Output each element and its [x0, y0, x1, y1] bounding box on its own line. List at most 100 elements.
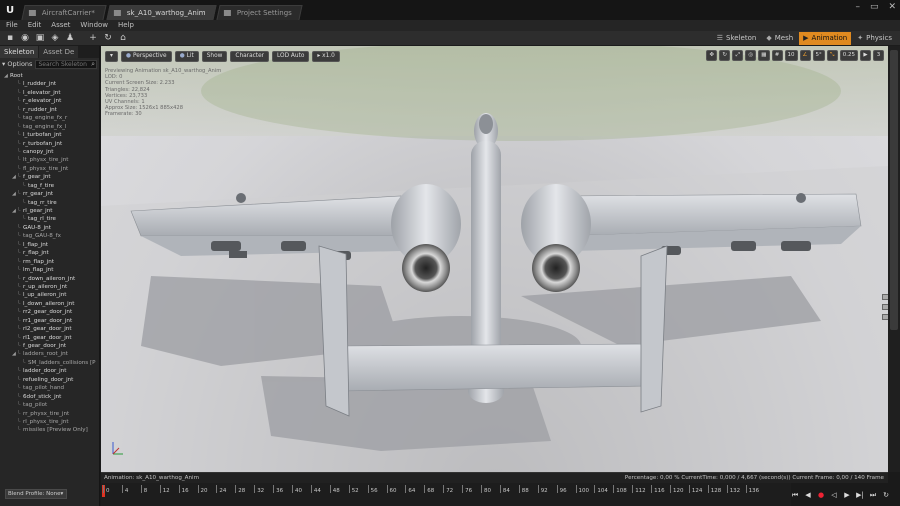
mode-mesh-button[interactable]: ◆ Mesh — [762, 32, 798, 45]
expand-arrow-icon[interactable]: ◢ — [12, 173, 16, 181]
skeleton-tree-item[interactable]: └ tag_rl_tire — [0, 215, 99, 223]
play-icon[interactable]: ▶ — [842, 490, 852, 500]
scale-icon[interactable]: ⤢ — [732, 50, 744, 61]
skeleton-tree-item[interactable]: └ tag_pilot_hand — [0, 384, 99, 392]
skeleton-tree-item[interactable]: └ lm_flap_jnt — [0, 266, 99, 274]
panel-tab[interactable]: Skeleton — [0, 46, 39, 58]
rotate-icon[interactable]: ↻ — [719, 50, 731, 61]
mode-skeleton-button[interactable]: ☰ Skeleton — [712, 32, 761, 45]
skeleton-tree-item[interactable]: └ ladder_door_jnt — [0, 367, 99, 375]
rotate-snap-icon[interactable]: ∠ — [799, 50, 811, 61]
maximize-icon[interactable]: ▭ — [870, 2, 879, 12]
skeleton-tree-item[interactable]: └ refueling_door_jnt — [0, 376, 99, 384]
step-forward-icon[interactable]: ▶| — [855, 490, 865, 500]
document-tab[interactable]: sk_A10_warthog_Anim — [106, 5, 217, 20]
step-back-icon[interactable]: ◀ — [803, 490, 813, 500]
camera-speed-value[interactable]: 3 — [873, 50, 884, 61]
skeleton-tree-item[interactable]: └ f_gear_door_jnt — [0, 342, 99, 350]
scale-snap-value[interactable]: 0.25 — [839, 50, 858, 61]
skeleton-tree-item[interactable]: └ tag_rr_tire — [0, 199, 99, 207]
menu-file[interactable]: File — [6, 20, 18, 31]
translate-icon[interactable]: ✥ — [706, 50, 718, 61]
skeleton-tree-item[interactable]: └ GAU-8_jnt — [0, 224, 99, 232]
preview-mesh-icon[interactable]: ♟ — [65, 33, 75, 43]
surface-snap-icon[interactable]: ▦ — [758, 50, 770, 61]
skeleton-tree-item[interactable]: ◢ └ f_gear_jnt — [0, 173, 99, 181]
skeleton-tree-item[interactable]: └ canopy_jnt — [0, 148, 99, 156]
skeleton-tree-item[interactable]: └ l_up_aileron_jnt — [0, 291, 99, 299]
skeleton-tree-item[interactable]: └ l_flap_jnt — [0, 241, 99, 249]
skeleton-tree-item[interactable]: └ l_rudder_jnt — [0, 80, 99, 88]
skeleton-tree-item[interactable]: └ l_elevator_jnt — [0, 89, 99, 97]
skeleton-tree-item[interactable]: ◢ └ ladders_root_jnt — [0, 350, 99, 358]
skeleton-tree-item[interactable]: ◢ └ rr_gear_jnt — [0, 190, 99, 198]
menu-edit[interactable]: Edit — [28, 20, 42, 31]
loop-icon[interactable]: ↻ — [881, 490, 891, 500]
save-icon[interactable]: ▪ — [5, 33, 15, 43]
viewport-scrollbar[interactable] — [888, 46, 900, 472]
menu-help[interactable]: Help — [118, 20, 134, 31]
skeleton-tree-item[interactable]: └ tag_pilot — [0, 401, 99, 409]
skeleton-tree-item[interactable]: └ tag_f_tire — [0, 182, 99, 190]
skeleton-tree-item[interactable]: └ r_turbofan_jnt — [0, 140, 99, 148]
mode-physics-button[interactable]: ✦ Physics — [853, 32, 896, 45]
find-in-browser-icon[interactable]: ◉ — [20, 33, 30, 43]
skeleton-tree-item[interactable]: ◢ Root — [0, 72, 99, 80]
skeleton-tree-item[interactable]: └ rr_physx_tire_jnt — [0, 410, 99, 418]
skeleton-tree-item[interactable]: └ rr1_gear_door_jnt — [0, 317, 99, 325]
skeleton-tree-item[interactable]: └ tag_GAU-8_fx — [0, 232, 99, 240]
camera-speed-icon[interactable]: ▶ — [860, 50, 871, 61]
expand-arrow-icon[interactable]: ◢ — [12, 190, 16, 198]
menu-asset[interactable]: Asset — [51, 20, 70, 31]
skeleton-tree-item[interactable]: ◢ └ rl_gear_jnt — [0, 207, 99, 215]
timeline-scrubber[interactable]: 0 4 8 12 16 20 24 28 32 36 40 44 48 52 56 60 64 68 72 76 80 8… — [101, 483, 791, 506]
skeleton-tree-item[interactable]: └ r_down_aileron_jnt — [0, 275, 99, 283]
skeleton-tree-item[interactable]: └ r_rudder_jnt — [0, 106, 99, 114]
skeleton-tree-item[interactable]: └ r_elevator_jnt — [0, 97, 99, 105]
show-button[interactable]: Show — [201, 50, 228, 62]
camera-icon[interactable]: ▣ — [35, 33, 45, 43]
grid-size-value[interactable]: 10 — [784, 50, 798, 61]
skeleton-tree-item[interactable]: └ rm_flap_jnt — [0, 258, 99, 266]
viewport-options-button[interactable]: ▾ — [105, 50, 118, 62]
skeleton-tree-item[interactable]: └ tag_engine_fx_l — [0, 123, 99, 131]
skeleton-search-input[interactable]: Search Skeleton ⌕ — [35, 59, 97, 69]
document-tab[interactable]: AircraftCarrier* — [21, 5, 107, 20]
minimize-icon[interactable]: – — [855, 2, 860, 12]
record-icon[interactable]: ◈ — [50, 33, 60, 43]
skeleton-tree-item[interactable]: └ SM_ladders_collisions [P — [0, 359, 99, 367]
add-icon[interactable]: + — [88, 33, 98, 43]
document-tab[interactable]: Project Settings — [216, 5, 303, 20]
skip-to-end-icon[interactable]: ⏭ — [868, 490, 878, 500]
expand-arrow-icon[interactable]: ◢ — [12, 350, 16, 358]
skeleton-tree-item[interactable]: └ rl1_gear_door_jnt — [0, 334, 99, 342]
expand-arrow-icon[interactable]: ◢ — [4, 72, 8, 80]
mode-animation-button[interactable]: ▶ Animation — [799, 32, 852, 45]
skeleton-tree-item[interactable]: └ 6dof_stick_jnt — [0, 393, 99, 401]
world-local-icon[interactable]: ◎ — [745, 50, 757, 61]
skip-to-start-icon[interactable]: ⏮ — [790, 490, 800, 500]
record-button-icon[interactable]: ● — [816, 490, 826, 500]
perspective-button[interactable]: ● Perspective — [120, 50, 172, 62]
skeleton-tree-item[interactable]: └ l_down_aileron_jnt — [0, 300, 99, 308]
lod-button[interactable]: LOD Auto — [272, 50, 310, 62]
scale-snap-icon[interactable]: ⤡ — [826, 50, 838, 61]
skeleton-tree-item[interactable]: └ rr2_gear_door_jnt — [0, 308, 99, 316]
skeleton-tree-item[interactable]: └ l_turbofan_jnt — [0, 131, 99, 139]
character-button[interactable]: Character — [230, 50, 270, 62]
blend-profile-dropdown[interactable]: Blend Profile: None▾ — [5, 489, 67, 499]
menu-window[interactable]: Window — [80, 20, 108, 31]
home-icon[interactable]: ⌂ — [118, 33, 128, 43]
lit-button[interactable]: ● Lit — [174, 50, 199, 62]
playback-speed-button[interactable]: ▸ x1.0 — [312, 50, 340, 62]
options-button[interactable]: ▾ Options — [2, 60, 32, 68]
expand-arrow-icon[interactable]: ◢ — [12, 207, 16, 215]
grid-snap-icon[interactable]: # — [771, 50, 783, 61]
preview-viewport[interactable]: ▾ ● Perspective ● Lit Show Character LOD A… — [101, 46, 888, 472]
rotate-snap-value[interactable]: 5° — [812, 50, 825, 61]
close-icon[interactable]: ✕ — [888, 2, 896, 12]
scrollbar-thumb[interactable] — [890, 50, 898, 330]
play-reverse-icon[interactable]: ◁ — [829, 490, 839, 500]
skeleton-tree-item[interactable]: └ missiles [Preview Only] — [0, 426, 99, 434]
skeleton-tree-item[interactable]: └ fl_physx_tire_jnt — [0, 165, 99, 173]
